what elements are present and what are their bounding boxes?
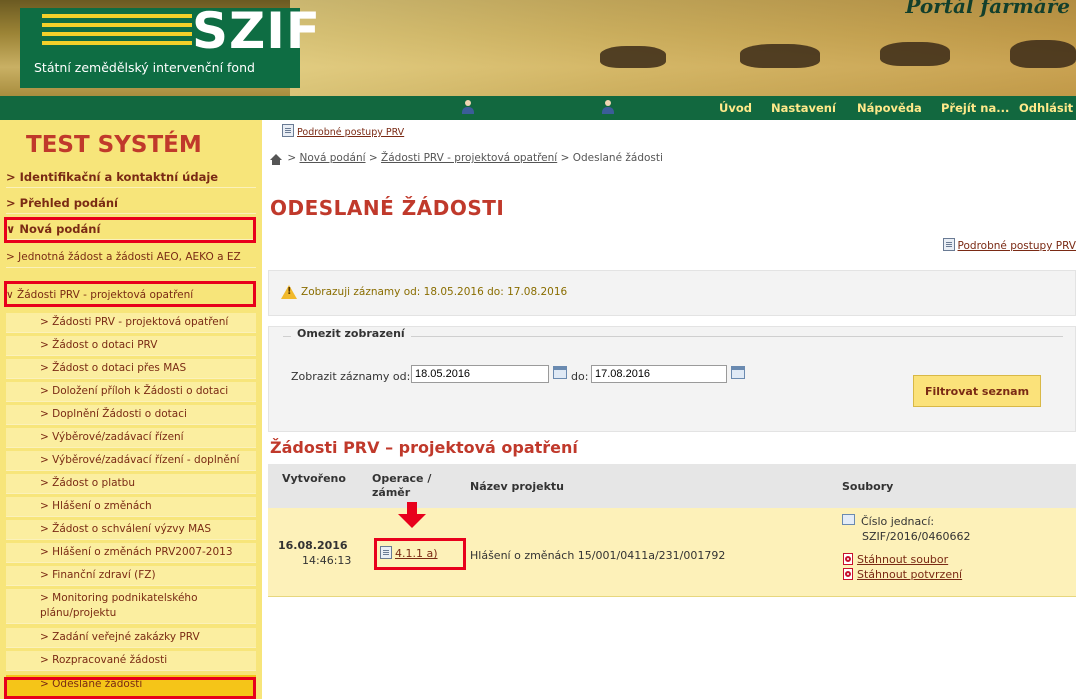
- szif-logo[interactable]: SZIF Státní zemědělský intervenční fond: [20, 2, 320, 88]
- sidebar-item-verejne-zakazky[interactable]: > Zadání veřejné zakázky PRV: [6, 628, 256, 648]
- sidebar-item-vyberove-rizeni-doplneni[interactable]: > Výběrové/zadávací řízení - doplnění: [6, 451, 256, 471]
- document-icon: [282, 124, 294, 137]
- sidebar-item-rozpracovane-zadosti[interactable]: > Rozpracované žádosti: [6, 651, 256, 671]
- logo-text: SZIF: [192, 2, 322, 60]
- nav-uvod[interactable]: Úvod: [719, 101, 752, 115]
- date-to-input[interactable]: [591, 365, 727, 383]
- to-label: do:: [571, 370, 589, 383]
- right-help-link[interactable]: Podrobné postupy PRV: [942, 238, 1076, 252]
- reference-value: SZIF/2016/0460662: [862, 530, 971, 543]
- annotation-arrow-icon: [398, 502, 426, 528]
- column-header-operation[interactable]: Operace / záměr: [372, 472, 442, 500]
- created-time: 14:46:13: [302, 554, 352, 567]
- highlight-operation-link: [374, 538, 466, 570]
- sidebar-item-zadost-pres-mas[interactable]: > Žádost o dotaci přes MAS: [6, 359, 256, 379]
- system-title: TEST SYSTÉM: [26, 132, 202, 158]
- sidebar-item-hlaseni-o-zmenach[interactable]: > Hlášení o změnách: [6, 497, 256, 517]
- reference-label: Číslo jednací:: [861, 515, 935, 528]
- sidebar-item-zadost-o-dotaci-prv[interactable]: > Žádost o dotaci PRV: [6, 336, 256, 356]
- calendar-icon[interactable]: [553, 366, 567, 379]
- nav-odhlasit[interactable]: Odhlásit: [1019, 101, 1073, 115]
- user-icon: [462, 100, 474, 114]
- home-icon[interactable]: [270, 154, 282, 165]
- sidebar-item-schvaleni-vyzvy-mas[interactable]: > Žádost o schválení výzvy MAS: [6, 520, 256, 540]
- sidebar-item-zadost-o-platbu[interactable]: > Žádost o platbu: [6, 474, 256, 494]
- warning-icon: [281, 285, 297, 299]
- breadcrumb-current: Odeslané žádosti: [572, 152, 663, 164]
- breadcrumb: > Nová podání > Žádosti PRV - projektová…: [270, 152, 663, 165]
- nav-prejit-na[interactable]: Přejít na...: [941, 101, 1009, 115]
- nav-nastaveni[interactable]: Nastavení: [771, 101, 836, 115]
- sidebar-item-zadosti-prv-projektova[interactable]: > Žádosti PRV - projektová opatření: [6, 313, 256, 333]
- download-file-link-text[interactable]: Stáhnout soubor: [857, 553, 948, 566]
- sidebar-item-hlaseni-prv2007[interactable]: > Hlášení o změnách PRV2007-2013: [6, 543, 256, 563]
- sidebar-item-dolozeni-priloh[interactable]: > Doložení příloh k Žádosti o dotaci: [6, 382, 256, 402]
- sidebar-item-identifikacni-udaje[interactable]: > Identifikační a kontaktní údaje: [6, 168, 256, 188]
- breadcrumb-separator: >: [287, 152, 297, 164]
- breadcrumb-zadosti-prv[interactable]: Žádosti PRV - projektová opatření: [381, 152, 557, 164]
- portal-title: Portál farmáře: [905, 0, 1070, 18]
- sidebar-item-vyberove-rizeni[interactable]: > Výběrové/zadávací řízení: [6, 428, 256, 448]
- breadcrumb-nova-podani[interactable]: Nová podání: [300, 152, 366, 164]
- download-confirmation-link[interactable]: Stáhnout potvrzení: [842, 567, 962, 582]
- column-header-files[interactable]: Soubory: [842, 480, 893, 494]
- sidebar: TEST SYSTÉM > Identifikační a kontaktní …: [0, 120, 262, 699]
- created-date: 16.08.2016: [278, 539, 348, 552]
- right-help-link-text[interactable]: Podrobné postupy PRV: [958, 240, 1076, 252]
- section-title: Žádosti PRV – projektová opatření: [270, 438, 578, 457]
- column-header-project-name[interactable]: Název projektu: [470, 480, 564, 494]
- calendar-icon[interactable]: [731, 366, 745, 379]
- sidebar-item-financni-zdravi[interactable]: > Finanční zdraví (FZ): [6, 566, 256, 586]
- logo-stripes-icon: [42, 14, 192, 54]
- highlight-nova-podani: [4, 217, 256, 243]
- sidebar-item-prehled-podani[interactable]: > Přehled podání: [6, 194, 256, 214]
- top-help-link-text[interactable]: Podrobné postupy PRV: [297, 127, 404, 138]
- breadcrumb-separator: >: [560, 152, 570, 164]
- main-content: Podrobné postupy PRV > Nová podání > Žád…: [262, 120, 1076, 699]
- sidebar-item-jednotna-zadost[interactable]: > Jednotná žádost a žádosti AEO, AEKO a …: [6, 248, 256, 268]
- cow-silhouette: [740, 44, 820, 68]
- breadcrumb-separator: >: [368, 152, 378, 164]
- logo-subtitle: Státní zemědělský intervenční fond: [34, 60, 255, 75]
- nav-napoveda[interactable]: Nápověda: [857, 101, 922, 115]
- column-header-created[interactable]: Vytvořeno: [282, 472, 346, 486]
- cow-silhouette: [880, 42, 950, 66]
- top-help-link[interactable]: Podrobné postupy PRV: [282, 124, 404, 138]
- highlight-odeslane-zadosti: [4, 677, 256, 699]
- top-navigation: Úvod Nastavení Nápověda Přejít na... Odh…: [0, 96, 1076, 120]
- from-label: Zobrazit záznamy od:: [291, 370, 411, 383]
- records-notice: Zobrazuji záznamy od: 18.05.2016 do: 17.…: [268, 270, 1076, 316]
- filter-panel: Omezit zobrazení Zobrazit záznamy od: do…: [268, 326, 1076, 432]
- sidebar-item-doplneni-zadosti[interactable]: > Doplnění Žádosti o dotaci: [6, 405, 256, 425]
- cow-silhouette: [1010, 40, 1076, 68]
- user-icon: [602, 100, 614, 114]
- sidebar-item-monitoring[interactable]: > Monitoring podnikatelského plánu/proje…: [6, 589, 256, 624]
- cow-silhouette: [600, 46, 666, 68]
- page-title: ODESLANÉ ŽÁDOSTI: [270, 196, 505, 220]
- filter-button[interactable]: Filtrovat seznam: [913, 375, 1041, 407]
- reference-number: Číslo jednací:: [842, 514, 934, 529]
- date-from-input[interactable]: [411, 365, 549, 383]
- document-icon: [942, 238, 955, 251]
- notice-text: Zobrazuji záznamy od: 18.05.2016 do: 17.…: [301, 286, 568, 298]
- pdf-icon: [842, 568, 854, 580]
- download-confirmation-link-text[interactable]: Stáhnout potvrzení: [857, 568, 962, 581]
- book-icon: [842, 514, 855, 525]
- pdf-icon: [842, 553, 854, 565]
- highlight-zadosti-prv: [4, 281, 256, 307]
- project-name: Hlášení o změnách 15/001/0411a/231/00179…: [470, 549, 726, 562]
- table-header: Vytvořeno Operace / záměr Název projektu…: [268, 464, 1076, 509]
- header-banner: SZIF Státní zemědělský intervenční fond …: [0, 0, 1076, 96]
- download-file-link[interactable]: Stáhnout soubor: [842, 552, 948, 567]
- filter-legend: Omezit zobrazení: [291, 327, 411, 340]
